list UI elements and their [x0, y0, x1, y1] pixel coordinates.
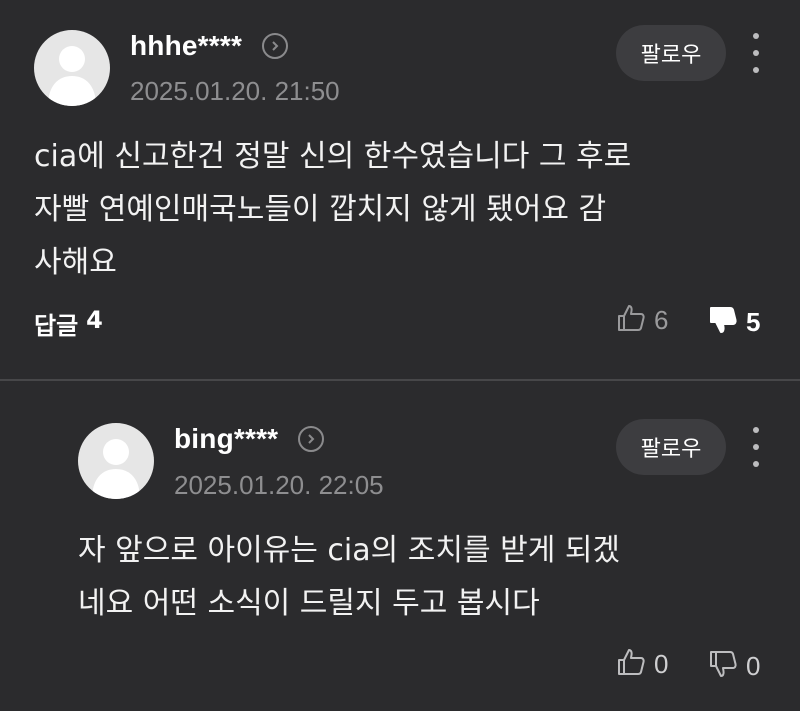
thumbs-down-icon — [708, 305, 738, 339]
comment-item: hhhe**** 2025.01.20. 21:50 팔로우 cia에 신고한건… — [0, 0, 800, 379]
reply-item: bing**** 2025.01.20. 22:05 팔로우 자 앞으로 아이유… — [0, 381, 800, 711]
like-button[interactable]: 0 — [616, 647, 668, 681]
reply-count-button[interactable]: 답글 4 — [34, 306, 103, 341]
avatar-icon[interactable] — [34, 30, 110, 106]
comment-timestamp: 2025.01.20. 22:05 — [174, 470, 384, 500]
thumbs-up-icon — [616, 303, 646, 337]
dislike-button[interactable]: 0 — [708, 649, 760, 683]
comment-text-line: 자빨 연예인매국노들이 깝치지 않게 됐어요 감 — [34, 192, 607, 227]
comment-text: cia에 신고한건 정말 신의 한수였습니다 그 후로 자빨 연예인매국노들이 … — [34, 130, 774, 289]
username[interactable]: hhhe**** — [130, 30, 242, 62]
dislike-count: 5 — [746, 306, 761, 337]
vertical-ellipsis-icon[interactable] — [746, 33, 766, 73]
thumbs-down-icon — [708, 649, 738, 683]
comment-timestamp: 2025.01.20. 21:50 — [130, 76, 340, 106]
username-row: bing**** — [174, 421, 325, 457]
comment-text-line: 네요 어떤 소식이 드릴지 두고 봅시다 — [78, 586, 540, 621]
reply-count: 4 — [86, 306, 103, 334]
reply-label: 답글 — [34, 312, 79, 340]
comment-text-line: 자 앞으로 아이유는 cia의 조치를 받게 되겠 — [78, 533, 621, 568]
dislike-button[interactable]: 5 — [708, 305, 760, 339]
comment-text-line: 사해요 — [34, 245, 117, 280]
follow-button[interactable]: 팔로우 — [616, 25, 726, 81]
chevron-right-circle-icon[interactable] — [298, 426, 325, 452]
comment-text-line: cia에 신고한건 정말 신의 한수였습니다 그 후로 — [34, 139, 632, 174]
dislike-count: 0 — [746, 650, 761, 681]
vertical-ellipsis-icon[interactable] — [746, 427, 766, 467]
like-count: 0 — [654, 648, 669, 679]
comment-text: 자 앞으로 아이유는 cia의 조치를 받게 되겠 네요 어떤 소식이 드릴지 … — [78, 524, 768, 630]
chevron-right-circle-icon[interactable] — [262, 33, 289, 59]
avatar-icon[interactable] — [78, 423, 154, 499]
like-button[interactable]: 6 — [616, 303, 668, 337]
like-count: 6 — [654, 304, 669, 335]
username-row: hhhe**** — [130, 28, 289, 64]
follow-button[interactable]: 팔로우 — [616, 419, 726, 475]
thumbs-up-icon — [616, 647, 646, 681]
username[interactable]: bing**** — [174, 423, 278, 455]
